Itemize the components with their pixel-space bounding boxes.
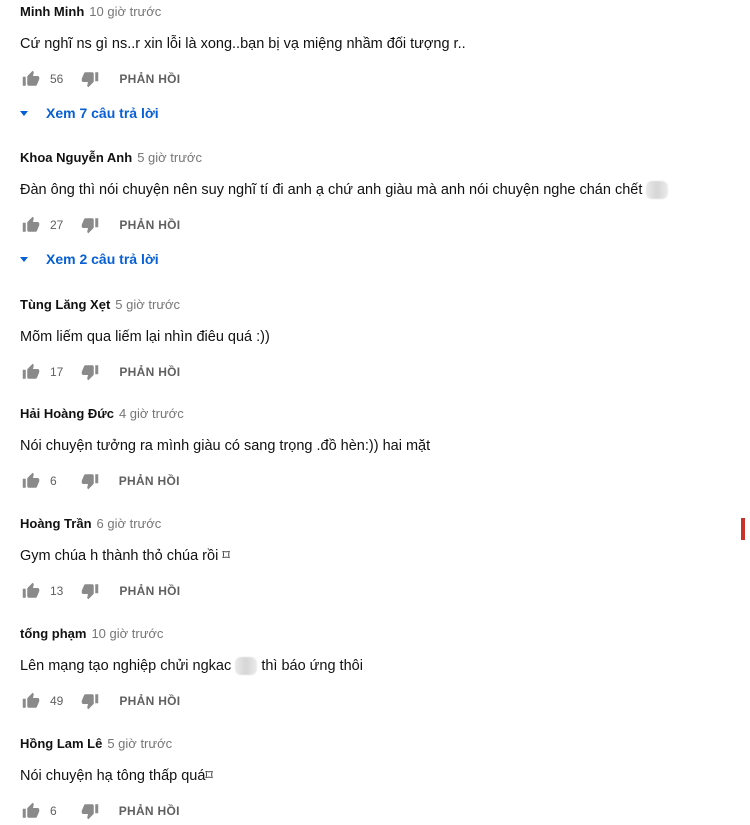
thumb-down-icon[interactable] xyxy=(79,690,101,712)
comment-item: Hồng Lam Lê 5 giờ trước Nói chuyện hạ tô… xyxy=(20,736,745,822)
thumb-up-icon[interactable] xyxy=(20,214,42,236)
comment-actions: 17 PHẢN HỒI xyxy=(20,361,745,383)
caret-down-icon xyxy=(20,110,28,116)
comment-text-content: thì báo ứng thôi xyxy=(261,658,363,674)
comment-author[interactable]: Hồng Lam Lê xyxy=(20,736,102,751)
comment-item: Tùng Lăng Xẹt 5 giờ trước Mõm liếm qua l… xyxy=(20,297,745,383)
blurred-emoji xyxy=(235,657,258,676)
like-count: 56 xyxy=(50,72,64,86)
scroll-edge-marker xyxy=(741,518,745,540)
comment-item: Hải Hoàng Đức 4 giờ trước Nói chuyện tưở… xyxy=(20,406,745,492)
comment-text-content: Lên mạng tạo nghiệp chửi ngkac xyxy=(20,658,232,674)
caret-down-icon xyxy=(20,256,28,262)
reply-button[interactable]: PHẢN HỒI xyxy=(119,218,180,232)
comment-time[interactable]: 6 giờ trước xyxy=(97,516,162,531)
thumb-down-icon[interactable] xyxy=(79,580,101,602)
comment-text: Đàn ông thì nói chuyện nên suy nghĩ tí đ… xyxy=(20,179,745,201)
like-count: 13 xyxy=(50,584,64,598)
comment-author[interactable]: Minh Minh xyxy=(20,4,84,19)
like-count: 49 xyxy=(50,694,64,708)
comment-actions: 6 PHẢN HỒI xyxy=(20,470,745,492)
thumb-down-icon[interactable] xyxy=(79,470,101,492)
view-replies-label: Xem 7 câu trả lời xyxy=(46,105,159,121)
like-count: 27 xyxy=(50,218,64,232)
comment-author[interactable]: Tùng Lăng Xẹt xyxy=(20,297,110,312)
comment-header: Hồng Lam Lê 5 giờ trước xyxy=(20,736,745,756)
comment-text: Nói chuyện hạ tông thấp quá⌑ xyxy=(20,768,213,784)
comment-author[interactable]: tống phạm xyxy=(20,626,86,641)
comment-actions: 56 PHẢN HỒI xyxy=(20,68,745,90)
like-count: 6 xyxy=(50,474,57,488)
comment-time[interactable]: 4 giờ trước xyxy=(119,406,184,421)
comment-text: Nói chuyện tưởng ra mình giàu có sang tr… xyxy=(20,438,431,454)
comment-text: Lên mạng tạo nghiệp chửi ngkac thì báo ứ… xyxy=(20,655,745,677)
comment-item: Khoa Nguyễn Anh 5 giờ trước Đàn ông thì … xyxy=(20,150,745,270)
comment-header: Tùng Lăng Xẹt 5 giờ trước xyxy=(20,297,745,317)
thumb-down-icon[interactable] xyxy=(79,214,101,236)
comment-actions: 6 PHẢN HỒI xyxy=(20,800,745,822)
comment-header: Hoàng Trần 6 giờ trước xyxy=(20,516,745,536)
comment-text: Cứ nghĩ ns gì ns..r xin lỗi là xong..bạn… xyxy=(20,36,466,52)
comment-author[interactable]: Khoa Nguyễn Anh xyxy=(20,150,132,165)
reply-button[interactable]: PHẢN HỒI xyxy=(119,804,180,818)
comment-time[interactable]: 5 giờ trước xyxy=(115,297,180,312)
blurred-emoji xyxy=(646,181,669,200)
thumb-up-icon[interactable] xyxy=(20,361,42,383)
comment-author[interactable]: Hoàng Trần xyxy=(20,516,92,531)
comment-header: Minh Minh 10 giờ trước xyxy=(20,4,745,24)
thumb-down-icon[interactable] xyxy=(79,68,101,90)
thumb-up-icon[interactable] xyxy=(20,690,42,712)
reply-button[interactable]: PHẢN HỒI xyxy=(119,474,180,488)
thumb-up-icon[interactable] xyxy=(20,470,42,492)
comment-time[interactable]: 5 giờ trước xyxy=(137,150,202,165)
reply-button[interactable]: PHẢN HỒI xyxy=(119,694,180,708)
thumb-down-icon[interactable] xyxy=(79,800,101,822)
view-replies-button[interactable]: Xem 7 câu trả lời xyxy=(20,102,745,124)
comment-header: tống phạm 10 giờ trước xyxy=(20,626,745,646)
reply-button[interactable]: PHẢN HỒI xyxy=(119,584,180,598)
view-replies-button[interactable]: Xem 2 câu trả lời xyxy=(20,248,745,270)
comment-item: tống phạm 10 giờ trước Lên mạng tạo nghi… xyxy=(20,626,745,712)
thumb-down-icon[interactable] xyxy=(79,361,101,383)
comment-header: Khoa Nguyễn Anh 5 giờ trước xyxy=(20,150,745,170)
comment-author[interactable]: Hải Hoàng Đức xyxy=(20,406,114,421)
comment-actions: 13 PHẢN HỒI xyxy=(20,580,745,602)
comment-item: Minh Minh 10 giờ trước Cứ nghĩ ns gì ns.… xyxy=(20,4,745,124)
comment-text: Gym chúa h thành thỏ chúa rồi ⌑ xyxy=(20,548,230,564)
comment-text: Mõm liếm qua liếm lại nhìn điêu quá :)) xyxy=(20,329,270,345)
thumb-up-icon[interactable] xyxy=(20,580,42,602)
comment-time[interactable]: 5 giờ trước xyxy=(107,736,172,751)
reply-button[interactable]: PHẢN HỒI xyxy=(119,72,180,86)
comment-actions: 49 PHẢN HỒI xyxy=(20,690,745,712)
comment-text-content: Đàn ông thì nói chuyện nên suy nghĩ tí đ… xyxy=(20,182,643,198)
comment-time[interactable]: 10 giờ trước xyxy=(91,626,163,641)
thumb-up-icon[interactable] xyxy=(20,68,42,90)
thumb-up-icon[interactable] xyxy=(20,800,42,822)
comment-time[interactable]: 10 giờ trước xyxy=(89,4,161,19)
comment-item: Hoàng Trần 6 giờ trước Gym chúa h thành … xyxy=(20,516,745,602)
view-replies-label: Xem 2 câu trả lời xyxy=(46,251,159,267)
like-count: 6 xyxy=(50,804,57,818)
comment-actions: 27 PHẢN HỒI xyxy=(20,214,745,236)
comment-header: Hải Hoàng Đức 4 giờ trước xyxy=(20,406,745,426)
reply-button[interactable]: PHẢN HỒI xyxy=(119,365,180,379)
like-count: 17 xyxy=(50,365,64,379)
